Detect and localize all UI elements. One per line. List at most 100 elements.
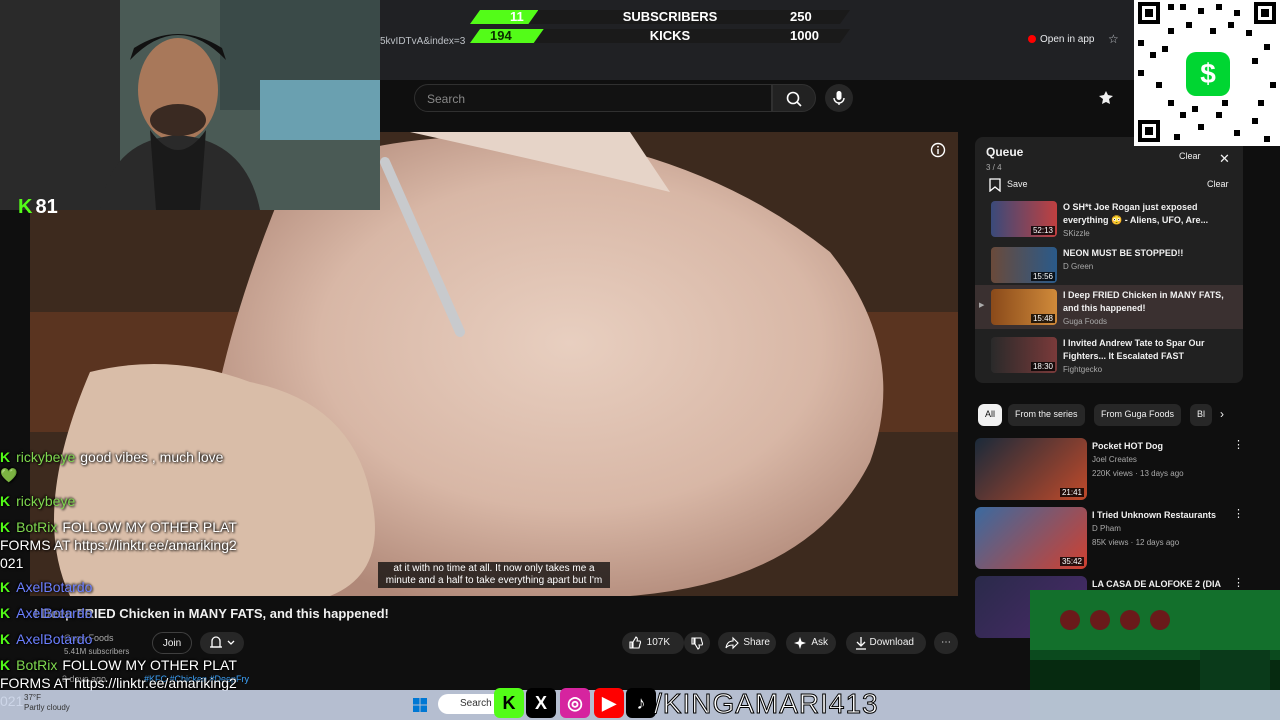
kick-badge-icon: K (0, 519, 11, 535)
search-icon (786, 91, 802, 107)
video-thumbnail: 15:48 (991, 289, 1057, 325)
queue-item[interactable]: 18:30 I Invited Andrew Tate to Spar Our … (975, 333, 1243, 377)
open-in-app-button[interactable]: Open in app (1028, 34, 1095, 45)
info-icon[interactable] (930, 142, 946, 158)
queue-item-playing[interactable]: ▶ 15:48 I Deep FRIED Chicken in MANY FAT… (975, 285, 1243, 329)
bookmark-star-icon[interactable]: ☆ (1108, 32, 1119, 46)
goal-current: 11 (510, 9, 524, 24)
chat-username: AxelBotardo (16, 631, 93, 647)
queue-item[interactable]: 52:13 O SH*t Joe Rogan just exposed ever… (975, 197, 1243, 241)
more-vert-icon[interactable]: ⋮ (1233, 576, 1244, 589)
kick-icon: K (494, 688, 524, 718)
queue-clear-button[interactable]: Clear (1207, 179, 1229, 189)
open-in-app-label: Open in app (1040, 34, 1095, 45)
duration-badge: 15:56 (1030, 272, 1055, 281)
like-count: 107K (646, 637, 670, 648)
recommended-video-channel: D Pham (1092, 524, 1121, 533)
share-label: Share (743, 637, 770, 648)
kick-badge-icon: K (0, 657, 11, 673)
video-thumbnail: 52:13 (991, 201, 1057, 237)
video-captions: at it with no time at all. It now only t… (378, 562, 610, 588)
chat-username: AxelBotardo (16, 579, 93, 595)
recommended-video-title: LA CASA DE ALOFOKE 2 (DIA (1092, 579, 1222, 589)
chat-message: Krickybeye good vibes , much love 💚 (0, 448, 240, 484)
kick-badge-icon: K (0, 605, 11, 621)
share-button[interactable]: Share (718, 632, 776, 654)
chat-username: rickybeye (16, 449, 76, 465)
goal-target: 250 (790, 9, 812, 24)
download-icon (856, 637, 866, 650)
ask-button[interactable]: Ask (786, 632, 836, 654)
video-thumbnail: 15:56 (991, 247, 1057, 283)
duration-badge: 52:13 (1030, 226, 1055, 235)
close-icon[interactable]: ✕ (1219, 151, 1230, 167)
kick-logo-icon: K (18, 196, 33, 218)
chat-message: K BotRix FOLLOW MY OTHER PLATFORMS AT http… (0, 518, 240, 572)
chip-truncated[interactable]: Bl (1190, 404, 1212, 426)
chevron-right-icon[interactable]: › (1220, 407, 1224, 421)
recommended-video[interactable]: 35:42 I Tried Unknown Restaurants D Pham… (975, 507, 1245, 571)
chip-from-guga-foods[interactable]: From Guga Foods (1094, 404, 1182, 426)
video-thumbnail: 21:41 (975, 438, 1087, 500)
webcam-frame (0, 0, 380, 210)
chat-username: BotRix (16, 657, 58, 673)
queue-item-title: I Invited Andrew Tate to Spar Our Fighte… (1063, 338, 1205, 361)
queue-item-channel: Fightgecko (1063, 365, 1103, 374)
chat-message: K AxelBotardo (0, 630, 97, 648)
dislike-button[interactable] (684, 632, 710, 654)
queue-item-title: NEON MUST BE STOPPED!! (1063, 248, 1184, 258)
search-button[interactable] (772, 84, 816, 112)
goal-current: 194 (490, 28, 512, 43)
queue-save-button[interactable]: Save (1007, 179, 1028, 189)
more-vert-icon[interactable]: ⋮ (1233, 507, 1244, 520)
chip-all[interactable]: All (978, 404, 1003, 426)
chat-username: BotRix (16, 519, 58, 535)
queue-item[interactable]: 15:56 NEON MUST BE STOPPED!! D Green (975, 243, 1243, 287)
recommended-video-title: Pocket HOT Dog (1092, 441, 1164, 451)
youtube-icon (1028, 35, 1036, 43)
windows-start-icon[interactable] (412, 697, 428, 713)
weather-widget[interactable]: 37°F Partly cloudy (24, 693, 70, 713)
weather-desc: Partly cloudy (24, 703, 70, 712)
kick-badge-icon: K (0, 449, 11, 465)
caption-line-2: minute and a half to take everything apa… (385, 575, 603, 586)
voice-search-button[interactable] (825, 84, 853, 112)
duration-badge: 35:42 (1059, 557, 1084, 566)
viewer-count-value: 81 (35, 196, 58, 218)
tiktok-icon: ♪ (626, 688, 656, 718)
chat-username: AxelBotardo (16, 605, 93, 621)
chip-from-the-series[interactable]: From the series (1008, 404, 1085, 426)
queue-position: 3 / 4 (986, 163, 1002, 172)
queue-panel: Queue 3 / 4 Clear ✕ Save Clear 52:13 O S… (975, 137, 1243, 383)
duration-badge: 18:30 (1030, 362, 1055, 371)
download-button[interactable]: Download (846, 632, 926, 654)
stream-goals: 11 SUBSCRIBERS 250 194 KICKS 1000 (470, 4, 850, 43)
kick-badge-icon: K (0, 493, 11, 509)
stream-screen: 5kvIDTvA&index=3 Open in app ☆ Search at… (0, 0, 1280, 720)
more-vert-icon[interactable]: ⋮ (1233, 438, 1244, 451)
sparkle-icon (794, 637, 806, 649)
queue-item-title: O SH*t Joe Rogan just exposed everything… (1063, 202, 1209, 225)
video-thumbnail: 35:42 (975, 507, 1087, 569)
recommended-video-meta: 220K views · 13 days ago (1092, 469, 1184, 478)
queue-item-channel: D Green (1063, 262, 1094, 271)
youtube-icon: ▶ (594, 688, 624, 718)
more-actions-button[interactable]: ⋯ (934, 632, 958, 654)
search-input[interactable]: Search (414, 84, 772, 112)
download-label: Download (869, 637, 914, 648)
queue-item-title: I Deep FRIED Chicken in MANY FATS, and t… (1063, 290, 1224, 313)
recommended-video[interactable]: 21:41 Pocket HOT Dog Joel Creates 220K v… (975, 438, 1245, 502)
queue-clear-top-button[interactable]: Clear (1179, 151, 1201, 161)
streamer-webcam (0, 0, 380, 210)
video-thumbnail: 18:30 (991, 337, 1057, 373)
bookmark-icon[interactable] (989, 178, 1001, 192)
weather-temp: 37°F (24, 693, 41, 702)
now-playing-icon: ▶ (979, 302, 985, 309)
chat-username: rickybeye (16, 493, 76, 509)
create-icon[interactable] (1098, 90, 1114, 106)
duration-badge: 21:41 (1059, 488, 1084, 497)
like-button[interactable]: 107K (622, 632, 684, 654)
viewer-count: K 81 (18, 196, 58, 219)
recommended-video-title: I Tried Unknown Restaurants (1092, 510, 1217, 520)
chat-message: K AxelBotardo (0, 604, 97, 622)
